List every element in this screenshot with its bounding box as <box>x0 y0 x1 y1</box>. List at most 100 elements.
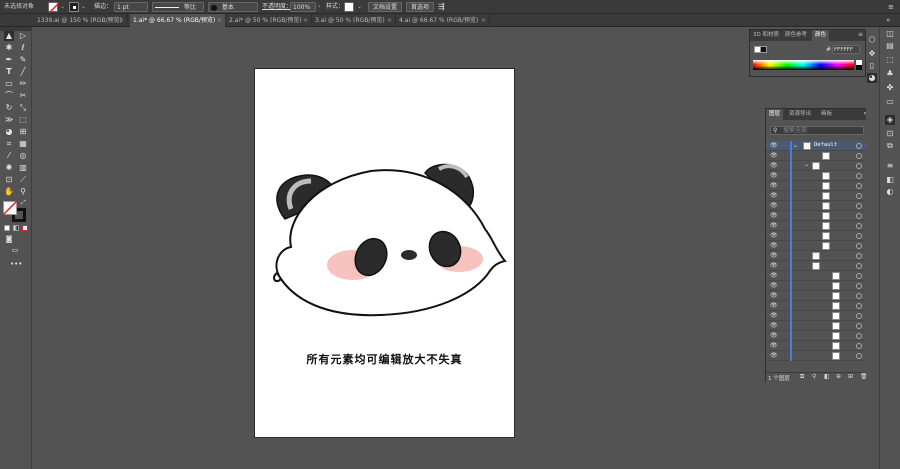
gradient-mode-icon[interactable] <box>13 225 19 231</box>
curvature-tool-icon[interactable]: ✎ <box>18 55 28 65</box>
visibility-icon[interactable]: 👁 <box>770 243 778 249</box>
artboard-tool-icon[interactable]: ⊡ <box>4 175 14 185</box>
screen-mode-icon[interactable]: ▭ <box>10 245 20 255</box>
target-icon[interactable] <box>856 213 862 219</box>
layer-name[interactable]: Default <box>814 142 837 148</box>
free-transform-icon[interactable]: ⬚ <box>18 115 28 125</box>
layer-row-default[interactable]: 👁 ⌄ Default <box>766 141 878 151</box>
document-icon[interactable]: ▯ <box>867 61 877 71</box>
stroke-panel-icon[interactable]: ▭ <box>885 97 895 107</box>
visibility-icon[interactable]: 👁 <box>770 203 778 209</box>
preferences-button[interactable]: 首选项 <box>406 2 434 12</box>
opacity-field[interactable]: 100% <box>290 2 316 12</box>
draw-mode-icon[interactable]: ◙ <box>4 234 14 244</box>
visibility-icon[interactable]: 👁 <box>770 183 778 189</box>
arrange-icon[interactable]: ⇶ <box>438 2 445 12</box>
close-icon[interactable]: × <box>481 14 486 27</box>
pencil-tool-icon[interactable]: ✏ <box>18 79 28 89</box>
slice-tool-icon[interactable]: ⟋ <box>18 175 28 185</box>
tabs-overflow-icon[interactable]: » <box>886 16 890 24</box>
target-icon[interactable] <box>856 153 862 159</box>
visibility-icon[interactable]: 👁 <box>770 153 778 159</box>
visibility-icon[interactable]: 👁 <box>770 353 778 359</box>
layer-row[interactable]: 👁⌄ <box>766 251 878 261</box>
swap-fill-stroke-icon[interactable]: ⤢ <box>21 199 26 207</box>
layer-row[interactable]: 👁 <box>766 201 878 211</box>
lasso-icon[interactable]: ℓ <box>18 43 28 53</box>
magic-wand-icon[interactable]: ✱ <box>4 43 14 53</box>
tab-layers[interactable]: 图层 <box>766 109 784 120</box>
target-icon[interactable] <box>856 263 862 269</box>
brush-select[interactable]: 基本 <box>208 2 258 12</box>
scissors-icon[interactable]: ✂ <box>18 91 28 101</box>
blend-tool-icon[interactable]: ◎ <box>18 151 28 161</box>
fill-dropdown-icon[interactable]: ⌄ <box>60 2 65 12</box>
visibility-icon[interactable]: 👁 <box>770 343 778 349</box>
3d-cube-icon[interactable]: ⬡ <box>867 35 877 45</box>
target-icon[interactable] <box>856 183 862 189</box>
visibility-icon[interactable]: 👁 <box>770 273 778 279</box>
close-icon[interactable]: × <box>217 14 222 27</box>
target-icon[interactable] <box>856 143 862 149</box>
layer-row[interactable]: 👁⌄ <box>766 161 878 171</box>
layer-row[interactable]: 👁 <box>766 331 878 341</box>
align-icon[interactable]: ≡ <box>885 161 895 171</box>
new-sublayer-icon[interactable]: ⊕ <box>836 373 841 380</box>
target-icon[interactable] <box>856 193 862 199</box>
layer-row[interactable]: 👁 <box>766 211 878 221</box>
layer-row[interactable]: 👁 <box>766 221 878 231</box>
target-icon[interactable] <box>856 273 862 279</box>
target-icon[interactable] <box>856 303 862 309</box>
target-icon[interactable] <box>856 243 862 249</box>
visibility-icon[interactable]: 👁 <box>770 233 778 239</box>
mesh-tool-icon[interactable]: ⌗ <box>4 139 14 149</box>
panel-menu-icon[interactable]: ≡ <box>858 31 863 38</box>
style-swatch[interactable] <box>344 2 354 12</box>
palette-icon[interactable]: ◕ <box>867 73 877 83</box>
libraries-icon[interactable]: ◫ <box>885 29 895 39</box>
artboards-icon[interactable]: ⊡ <box>885 129 895 139</box>
pen-tool-icon[interactable]: ✒ <box>4 55 14 65</box>
layer-row[interactable]: 👁 <box>766 311 878 321</box>
tab-2[interactable]: 2.ai* @ 50 % (RGB/预览) × <box>226 14 312 27</box>
visibility-icon[interactable]: 👁 <box>770 143 778 149</box>
tab-1339[interactable]: 1339.ai @ 150 % (RGB/预览) × <box>34 14 128 27</box>
layer-row[interactable]: 👁 <box>766 341 878 351</box>
appearance-icon[interactable]: ◐ <box>885 187 895 197</box>
pathfinder-icon[interactable]: ◧ <box>885 175 895 185</box>
layer-row[interactable]: 👁 <box>766 181 878 191</box>
brushes-icon[interactable]: ♣ <box>885 69 895 79</box>
properties-icon[interactable]: ▤ <box>885 41 895 51</box>
target-icon[interactable] <box>856 173 862 179</box>
more-tools-icon[interactable]: ••• <box>10 259 22 269</box>
width-tool-icon[interactable]: ≫ <box>4 115 14 125</box>
visibility-icon[interactable]: 👁 <box>770 173 778 179</box>
layer-row[interactable]: 👁 <box>766 321 878 331</box>
tab-3d-materials[interactable]: 3D 和材质 <box>750 30 782 41</box>
close-icon[interactable]: × <box>119 14 124 27</box>
line-tool-icon[interactable]: ╱ <box>18 67 28 77</box>
scale-tool-icon[interactable]: ⤡ <box>18 103 28 113</box>
layer-row[interactable]: 👁 <box>766 191 878 201</box>
style-dropdown-icon[interactable]: ⌄ <box>357 2 362 12</box>
expand-chevron-icon[interactable]: ⌄ <box>804 161 809 168</box>
visibility-icon[interactable]: 👁 <box>770 293 778 299</box>
layer-row[interactable]: 👁 <box>766 281 878 291</box>
tab-3[interactable]: 3.ai @ 50 % (RGB/预览) × <box>312 14 396 27</box>
direct-selection-tool-icon[interactable]: ▷ <box>18 31 28 41</box>
panel-menu-icon[interactable]: ≡ <box>888 2 894 12</box>
rotate-tool-icon[interactable]: ↻ <box>4 103 14 113</box>
stroke-profile-select[interactable]: 等比 <box>152 2 204 12</box>
tab-color-guide[interactable]: 颜色参考 <box>782 30 810 41</box>
artboard[interactable]: 所有元素均可编辑放大不失真 <box>254 68 515 438</box>
shapes-icon[interactable]: ✥ <box>867 49 877 59</box>
shape-builder-icon[interactable]: ◕ <box>4 127 14 137</box>
document-setup-button[interactable]: 文档设置 <box>368 2 402 12</box>
target-icon[interactable] <box>856 163 862 169</box>
opacity-arrow-icon[interactable]: › <box>318 2 320 12</box>
layer-row[interactable]: 👁 <box>766 301 878 311</box>
layers-icon[interactable]: ◈ <box>885 115 895 125</box>
tab-4[interactable]: 4.ai @ 66.67 % (RGB/预览) × <box>396 14 490 27</box>
target-icon[interactable] <box>856 283 862 289</box>
tab-color[interactable]: 颜色 <box>812 30 830 41</box>
